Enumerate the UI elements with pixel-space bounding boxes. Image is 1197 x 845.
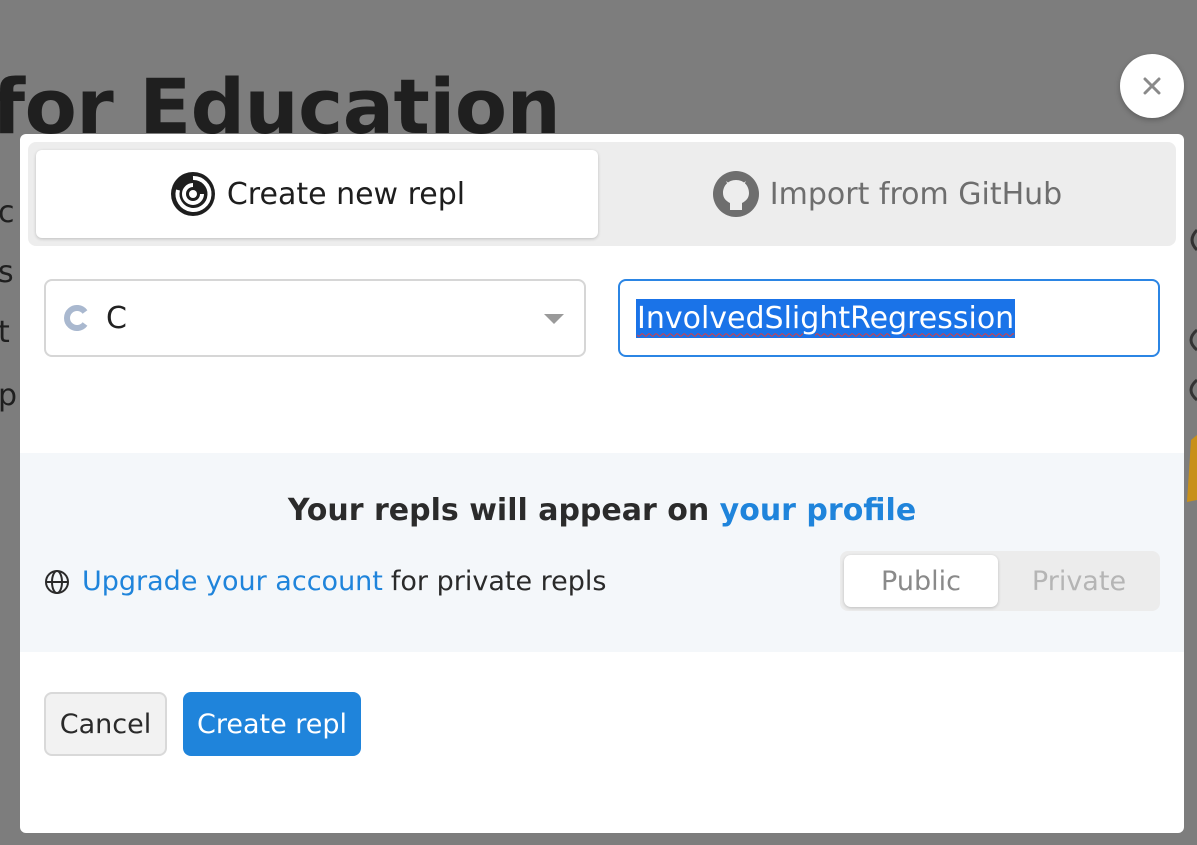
- upgrade-account-link[interactable]: Upgrade your account: [82, 566, 383, 597]
- background-text-fragment: t: [0, 315, 10, 350]
- language-select[interactable]: C: [44, 279, 586, 357]
- modal-tabs: Create new repl Import from GitHub: [28, 142, 1176, 246]
- github-icon: [712, 171, 759, 217]
- cancel-button[interactable]: Cancel: [44, 692, 167, 756]
- upgrade-row: Upgrade your account for private repls: [44, 566, 606, 597]
- close-icon: [1143, 77, 1161, 95]
- background-text-fragment: s: [0, 255, 14, 290]
- repl-name-input[interactable]: InvolvedSlightRegression: [618, 279, 1160, 357]
- visibility-private-option[interactable]: Private: [1002, 555, 1156, 607]
- tab-import-from-github[interactable]: Import from GitHub: [606, 150, 1168, 238]
- info-heading-text: Your repls will appear on: [287, 493, 710, 528]
- upgrade-suffix-text: for private repls: [390, 566, 607, 597]
- close-modal-button[interactable]: [1120, 54, 1184, 118]
- language-selected-value: C: [106, 300, 127, 336]
- visibility-toggle: Public Private: [840, 551, 1160, 611]
- your-profile-link[interactable]: your profile: [720, 493, 917, 528]
- info-heading: Your repls will appear on your profile: [20, 493, 1184, 528]
- background-text-fragment: p: [0, 378, 18, 413]
- visibility-info-panel: Your repls will appear on your profile U…: [20, 453, 1184, 652]
- create-repl-button[interactable]: Create repl: [183, 692, 361, 756]
- repl-name-value: InvolvedSlightRegression: [636, 298, 1016, 338]
- create-repl-modal: Create new repl Import from GitHub C Inv…: [20, 134, 1184, 833]
- chevron-down-icon: [544, 314, 564, 324]
- tab-create-new-repl[interactable]: Create new repl: [36, 150, 598, 238]
- background-text-fragment: c: [0, 195, 15, 230]
- replit-swirl-icon: [170, 172, 215, 216]
- tab-label: Import from GitHub: [769, 176, 1063, 212]
- c-language-icon: [64, 305, 88, 331]
- visibility-public-option[interactable]: Public: [844, 555, 998, 607]
- tab-label: Create new repl: [226, 176, 466, 212]
- globe-icon: [45, 569, 69, 594]
